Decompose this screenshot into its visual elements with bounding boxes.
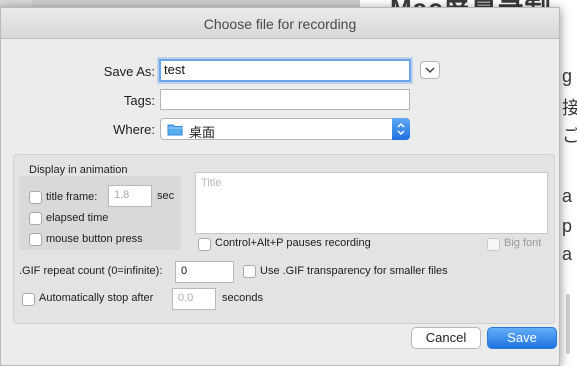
save-as-field[interactable]: test: [159, 59, 411, 82]
animation-group-title: Display in animation: [29, 164, 128, 176]
dialog-title: Choose file for recording: [203, 16, 357, 32]
where-popup[interactable]: 桌面: [160, 118, 410, 140]
where-value: 桌面: [189, 125, 216, 140]
save-button[interactable]: Save: [487, 327, 557, 349]
pause-hotkey-checkbox[interactable]: [198, 238, 211, 251]
gif-transparency-checkbox[interactable]: [243, 265, 256, 278]
tags-field[interactable]: [160, 89, 410, 110]
background-text-fragment: p: [562, 216, 573, 236]
background-text-fragment: a: [562, 244, 573, 264]
pause-hotkey-label: Control+Alt+P pauses recording: [215, 237, 371, 249]
mouse-button-press-checkbox[interactable]: [29, 233, 42, 246]
auto-stop-checkbox[interactable]: [22, 293, 35, 306]
gif-transparency-label: Use .GIF transparency for smaller files: [260, 265, 448, 277]
background-text-fragment: 接: [562, 98, 577, 118]
title-frame-label: title frame:: [46, 191, 98, 203]
background-scrollbar: [566, 294, 570, 354]
gif-repeat-label: .GIF repeat count (0=infinite):: [19, 265, 163, 277]
big-font-checkbox[interactable]: [487, 238, 500, 251]
title-frame-unit: sec: [157, 190, 175, 202]
expand-dialog-button[interactable]: [420, 61, 440, 79]
gif-repeat-count-field[interactable]: 0: [175, 261, 234, 283]
folder-icon: [167, 124, 183, 136]
title-text-area[interactable]: Title: [195, 172, 548, 234]
auto-stop-unit: seconds: [222, 292, 263, 304]
background-text-fragment: a: [562, 186, 573, 206]
elapsed-time-label: elapsed time: [46, 212, 109, 224]
chevron-down-icon: [425, 67, 435, 74]
up-down-chevron-icon: [397, 122, 405, 136]
save-as-label: Save As:: [103, 64, 155, 79]
where-label: Where:: [113, 122, 155, 137]
auto-stop-label: Automatically stop after: [39, 292, 154, 304]
elapsed-time-checkbox[interactable]: [29, 212, 42, 225]
auto-stop-seconds-field[interactable]: 0.0: [172, 288, 216, 310]
mouse-button-press-label: mouse button press: [46, 233, 143, 245]
big-font-label: Big font: [504, 237, 542, 249]
dialog-titlebar: Choose file for recording: [1, 8, 559, 39]
title-frame-seconds-field[interactable]: 1.8: [108, 185, 152, 207]
popup-stepper: [392, 118, 410, 140]
background-text-fragment: ご: [562, 126, 577, 146]
background-text-fragment: g: [562, 66, 573, 86]
title-frame-checkbox[interactable]: [29, 191, 42, 204]
tags-label: Tags:: [123, 93, 155, 108]
cancel-button[interactable]: Cancel: [411, 327, 481, 349]
